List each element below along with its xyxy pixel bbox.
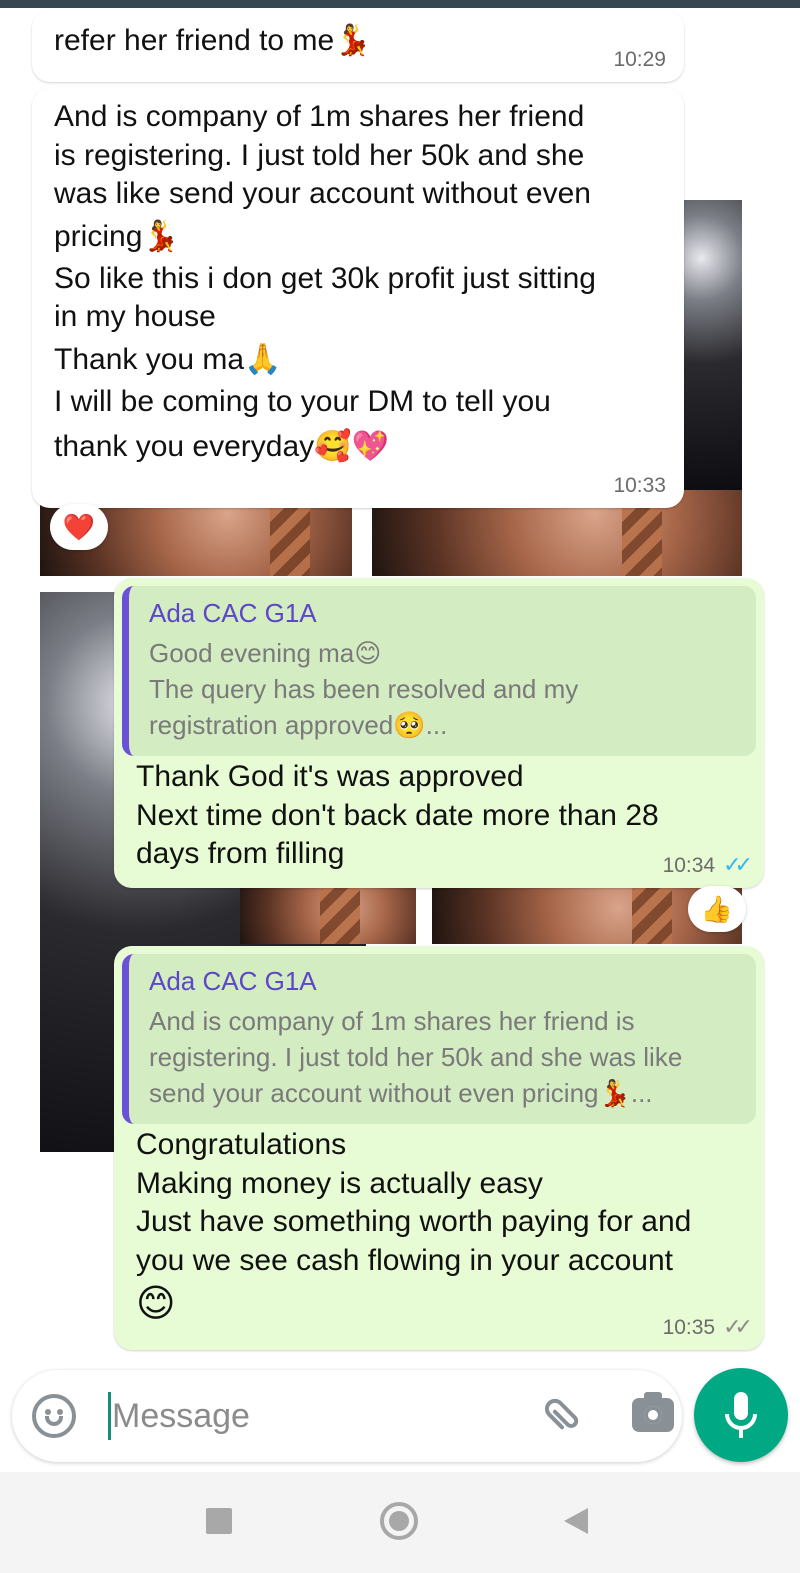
message-timestamp: 10:35 bbox=[662, 1316, 716, 1339]
wallpaper-photo bbox=[684, 200, 742, 490]
message-text-line: Thank God it's was approved bbox=[136, 760, 524, 793]
message-text-line: Just have something worth paying for and bbox=[136, 1205, 692, 1238]
message-text-line: pricing💃 bbox=[54, 219, 180, 253]
message-bubble-incoming[interactable]: And is company of 1m shares her friend i… bbox=[32, 88, 684, 508]
paperclip-icon bbox=[544, 1398, 579, 1430]
message-text-line: Thank you ma🙏 bbox=[54, 342, 282, 376]
quote-text-line: The query has been resolved and my bbox=[149, 674, 579, 704]
message-text-line: And is company of 1m shares her friend bbox=[54, 100, 585, 133]
message-timestamp-row: 10:35 ✓✓ bbox=[662, 1314, 753, 1340]
message-text-line: days from filling bbox=[136, 837, 345, 870]
read-ticks-icon: ✓✓ bbox=[723, 852, 753, 877]
delivered-ticks-icon: ✓✓ bbox=[723, 1314, 753, 1339]
quote-author: Ada CAC G1A bbox=[149, 598, 317, 628]
camera-icon[interactable] bbox=[632, 1392, 674, 1432]
recents-icon[interactable] bbox=[206, 1508, 232, 1534]
attach-icon[interactable] bbox=[531, 1385, 593, 1447]
text-caret bbox=[108, 1392, 111, 1440]
message-bubble-outgoing[interactable]: Ada CAC G1A Good evening ma😊 The query h… bbox=[114, 578, 764, 888]
message-timestamp: 10:34 bbox=[662, 854, 716, 877]
thumbs-up-reaction-icon[interactable]: 👍 bbox=[688, 886, 746, 932]
mic-button[interactable] bbox=[694, 1368, 788, 1462]
message-text-line: Next time don't back date more than 28 bbox=[136, 798, 659, 832]
message-text-line: Congratulations bbox=[136, 1128, 347, 1161]
status-bar-strip bbox=[0, 0, 800, 8]
message-text-line: Making money is actually easy bbox=[136, 1166, 543, 1200]
quote-text-line: registration approved🥺... bbox=[149, 710, 448, 740]
wallpaper-photo bbox=[240, 888, 416, 944]
message-text-line: is registering. I just told her 50k and … bbox=[54, 138, 585, 172]
message-bubble-incoming[interactable]: refer her friend to me💃 10:29 bbox=[32, 10, 684, 82]
message-input[interactable] bbox=[112, 1386, 512, 1446]
back-icon[interactable] bbox=[564, 1508, 588, 1534]
message-text-line: thank you everyday🥰💖 bbox=[54, 430, 389, 463]
message-timestamp: 10:29 bbox=[613, 48, 666, 71]
mic-icon bbox=[725, 1392, 757, 1438]
system-navigation-bar bbox=[0, 1472, 800, 1573]
message-text-line: I will be coming to your DM to tell you bbox=[54, 384, 551, 418]
quote-text-line: send your account without even pricing💃.… bbox=[149, 1078, 653, 1108]
message-composer bbox=[12, 1370, 682, 1462]
message-text-line: was like send your account without even bbox=[54, 177, 591, 210]
message-text-line: in my house bbox=[54, 300, 216, 333]
quote-text-line: registering. I just told her 50k and she… bbox=[149, 1042, 683, 1072]
message-timestamp-row: 10:34 ✓✓ bbox=[662, 852, 753, 878]
message-text-line: 😊 bbox=[136, 1283, 176, 1325]
emoji-icon[interactable] bbox=[32, 1394, 76, 1438]
message-text-line: you we see cash flowing in your account bbox=[136, 1243, 673, 1277]
quote-text-line: And is company of 1m shares her friend i… bbox=[149, 1006, 635, 1036]
message-text-line: So like this i don get 30k profit just s… bbox=[54, 261, 596, 295]
quoted-message[interactable]: Ada CAC G1A And is company of 1m shares … bbox=[122, 954, 756, 1124]
home-icon[interactable] bbox=[380, 1502, 418, 1540]
message-bubble-outgoing[interactable]: Ada CAC G1A And is company of 1m shares … bbox=[114, 946, 764, 1350]
heart-reaction-icon[interactable]: ❤️ bbox=[50, 504, 108, 550]
quoted-message[interactable]: Ada CAC G1A Good evening ma😊 The query h… bbox=[122, 586, 756, 756]
message-timestamp: 10:33 bbox=[613, 474, 666, 497]
quote-text-line: Good evening ma😊 bbox=[149, 638, 382, 668]
quote-author: Ada CAC G1A bbox=[149, 966, 317, 996]
message-text-line: refer her friend to me💃 bbox=[54, 24, 372, 57]
